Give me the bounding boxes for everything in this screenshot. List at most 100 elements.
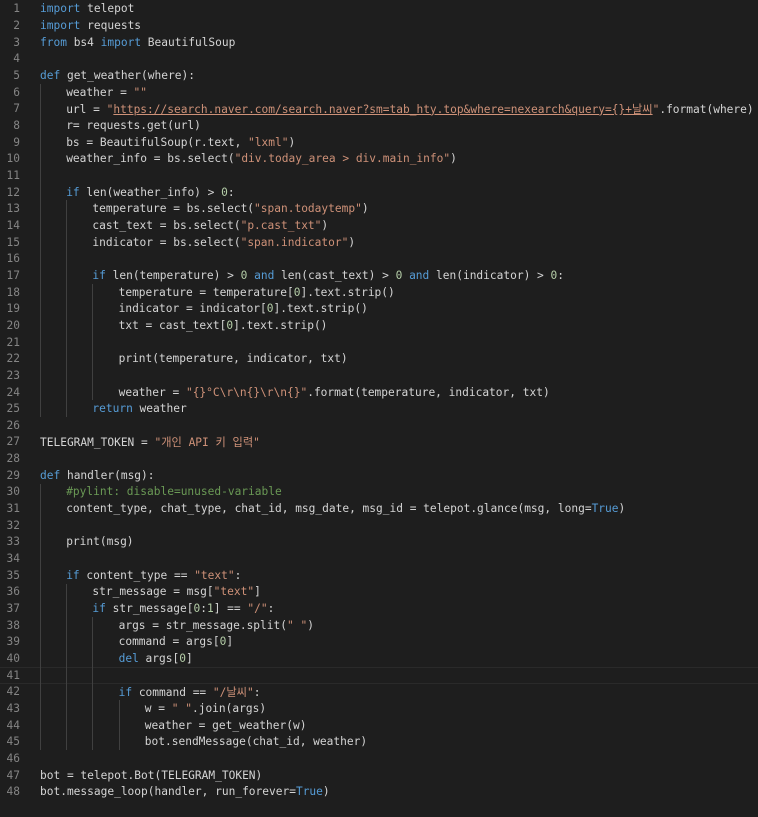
code-line[interactable]: 35 if content_type == "text":	[0, 567, 758, 584]
code-token: #pylint: disable=unused-variable	[66, 485, 282, 499]
indent-guide	[92, 333, 94, 351]
line-number: 29	[6, 468, 20, 482]
indent-guide	[66, 733, 68, 751]
code-token: ] ==	[213, 602, 248, 616]
indent-guide	[118, 716, 120, 734]
code-token: "개인 API 키 입력"	[154, 435, 260, 449]
code-text: weather = ""	[66, 86, 147, 99]
indent-guide	[40, 500, 41, 517]
code-line[interactable]: 27 TELEGRAM_TOKEN = "개인 API 키 입력"	[0, 434, 758, 451]
line-number: 44	[6, 718, 20, 732]
code-line[interactable]: 18 temperature = temperature[0].text.stri…	[0, 284, 758, 301]
code-token: from	[40, 35, 67, 49]
indent-guide	[40, 733, 41, 751]
code-line[interactable]: 31 content_type, chat_type, chat_id, msg_…	[0, 500, 758, 517]
code-token: bs = BeautifulSoup(r.text,	[66, 135, 249, 149]
code-line[interactable]: 22 print(temperature, indicator, txt)	[0, 350, 758, 367]
code-line[interactable]: 30 #pylint: disable=unused-variable	[0, 484, 758, 501]
indent-guide	[40, 633, 41, 651]
code-line[interactable]: 25 return weather	[0, 400, 758, 417]
code-line[interactable]: 46	[0, 750, 758, 767]
indent-guide	[40, 533, 41, 551]
code-line[interactable]: 29 def handler(msg):	[0, 467, 758, 484]
code-line[interactable]: 13 temperature = bs.select("span.todaytem…	[0, 200, 758, 217]
code-token: def	[40, 68, 61, 82]
line-number: 32	[6, 518, 20, 532]
code-token: TELEGRAM_TOKEN =	[40, 435, 155, 449]
code-line[interactable]: 37 if str_message[0:1] == "/":	[0, 600, 758, 617]
code-text: w = " ".join(args)	[145, 702, 266, 715]
code-line[interactable]: 33 print(msg)	[0, 534, 758, 551]
code-line[interactable]: 42 if command == "/날씨":	[0, 684, 758, 701]
code-line[interactable]: 39 command = args[0]	[0, 634, 758, 651]
code-token: 0	[179, 652, 186, 666]
code-line[interactable]: 36 str_message = msg["text"]	[0, 584, 758, 601]
code-text: r= requests.get(url)	[66, 119, 201, 132]
code-token: del	[118, 652, 139, 666]
code-line[interactable]: 21	[0, 334, 758, 351]
code-line[interactable]: 45 bot.sendMessage(chat_id, weather)	[0, 734, 758, 751]
code-line[interactable]: 48 bot.message_loop(handler, run_forever=…	[0, 784, 758, 801]
code-line[interactable]: 43 w = " ".join(args)	[0, 700, 758, 717]
code-token: weather_info = bs.select(	[66, 152, 235, 166]
indent-guide	[66, 250, 68, 268]
code-line[interactable]: 2 import requests	[0, 17, 758, 34]
code-token: cast_text = bs.select(	[92, 218, 241, 232]
line-number: 45	[6, 735, 20, 749]
line-number: 11	[6, 168, 20, 182]
code-line[interactable]: 28	[0, 450, 758, 467]
indent-guide	[40, 483, 41, 501]
indent-guide	[40, 217, 41, 234]
code-line[interactable]: 14 cast_text = bs.select("p.cast_txt")	[0, 217, 758, 234]
code-line[interactable]: 10 weather_info = bs.select("div.today_ar…	[0, 150, 758, 167]
code-token: and	[254, 268, 275, 282]
line-number: 47	[6, 768, 20, 782]
code-line[interactable]: 47 bot = telepot.Bot(TELEGRAM_TOKEN)	[0, 767, 758, 784]
code-line[interactable]: 16	[0, 250, 758, 267]
code-token: import	[100, 35, 142, 49]
line-number: 10	[6, 152, 20, 166]
line-number: 28	[6, 452, 20, 466]
indent-guide	[40, 300, 41, 318]
code-line[interactable]: 44 weather = get_weather(w)	[0, 717, 758, 734]
code-token: temperature = temperature[	[118, 285, 294, 299]
line-number: 35	[6, 568, 20, 582]
code-token: )	[288, 135, 296, 149]
code-line[interactable]: 9 bs = BeautifulSoup(r.text, "lxml")	[0, 134, 758, 151]
code-text: del args[0]	[119, 652, 193, 665]
code-token: )	[348, 235, 356, 249]
indent-guide	[66, 200, 68, 218]
code-line[interactable]: 23	[0, 367, 758, 384]
code-line[interactable]: 32	[0, 517, 758, 534]
code-token: print(msg)	[66, 535, 134, 549]
code-line[interactable]: 20 txt = cast_text[0].text.strip()	[0, 317, 758, 334]
code-line[interactable]: 11	[0, 167, 758, 184]
code-token: True	[591, 502, 619, 516]
code-line[interactable]: 3 from bs4 import BeautifulSoup	[0, 34, 758, 51]
code-line[interactable]: 4	[0, 50, 758, 67]
code-line[interactable]: 26	[0, 417, 758, 434]
code-line[interactable]: 41	[0, 666, 758, 684]
code-text: temperature = bs.select("span.todaytemp"…	[92, 202, 368, 215]
code-token: .join(args)	[191, 702, 267, 716]
indent-guide	[40, 400, 41, 417]
code-line[interactable]: 15 indicator = bs.select("span.indicator"…	[0, 234, 758, 251]
code-line[interactable]: 19 indicator = indicator[0].text.strip()	[0, 300, 758, 317]
code-line[interactable]: 5 def get_weather(where):	[0, 67, 758, 84]
code-editor[interactable]: 1 import telepot 2 import requests 3 from bs4…	[0, 0, 758, 817]
code-token: BeautifulSoup	[141, 35, 236, 49]
code-token: :	[234, 568, 242, 582]
code-token: "/날씨"	[212, 685, 254, 699]
code-line[interactable]: 40 del args[0]	[0, 650, 758, 667]
code-line[interactable]: 12 if len(weather_info) > 0:	[0, 184, 758, 201]
code-line[interactable]: 24 weather = "{}°C\r\n{}\r\n{}".format(te…	[0, 384, 758, 401]
code-line[interactable]: 34	[0, 550, 758, 567]
code-line[interactable]: 17 if len(temperature) > 0 and len(cast_t…	[0, 267, 758, 284]
code-line[interactable]: 8 r= requests.get(url)	[0, 117, 758, 134]
code-line[interactable]: 6 weather = ""	[0, 84, 758, 101]
code-token: bot = telepot.Bot(TELEGRAM_TOKEN)	[40, 768, 263, 782]
code-line[interactable]: 7 url = "https://search.naver.com/search.…	[0, 100, 758, 117]
code-line[interactable]: 38 args = str_message.split(" ")	[0, 617, 758, 634]
code-line[interactable]: 1 import telepot	[0, 1, 758, 18]
line-number: 22	[6, 352, 20, 366]
